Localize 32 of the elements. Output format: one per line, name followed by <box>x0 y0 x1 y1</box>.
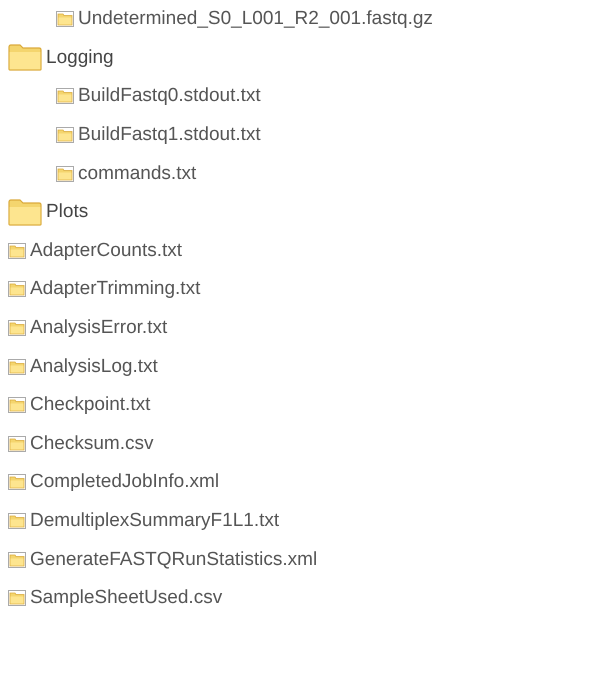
file-name[interactable]: Checkpoint.txt <box>30 394 150 416</box>
file-name[interactable]: DemultiplexSummaryF1L1.txt <box>30 510 280 532</box>
folder-icon <box>8 474 26 490</box>
folder-name[interactable]: Logging <box>46 46 114 69</box>
file-name[interactable]: BuildFastq0.stdout.txt <box>78 85 261 108</box>
file-name[interactable]: AdapterTrimming.txt <box>30 278 200 300</box>
folder-icon <box>8 397 26 414</box>
file-name[interactable]: BuildFastq1.stdout.txt <box>78 124 261 146</box>
file-name[interactable]: AnalysisError.txt <box>30 317 168 340</box>
folder-icon <box>56 11 74 28</box>
file-name[interactable]: AnalysisLog.txt <box>30 356 158 378</box>
folder-icon <box>8 590 26 606</box>
file-name[interactable]: commands.txt <box>78 162 196 185</box>
folder-icon <box>8 552 26 568</box>
folder-icon <box>8 198 42 226</box>
file-name[interactable]: Undetermined_S0_L001_R2_001.fastq.gz <box>78 8 433 30</box>
folder-name[interactable]: Plots <box>46 201 88 224</box>
folder-icon <box>8 242 26 259</box>
folder-icon <box>8 513 26 530</box>
folder-icon <box>8 281 26 298</box>
folder-icon <box>8 436 26 452</box>
folder-icon <box>8 44 42 72</box>
file-name[interactable]: Checksum.csv <box>30 432 154 455</box>
folder-icon <box>56 127 74 144</box>
folder-icon <box>56 166 74 182</box>
file-name[interactable]: SampleSheetUsed.csv <box>30 587 222 610</box>
file-name[interactable]: AdapterCounts.txt <box>30 240 182 262</box>
file-name[interactable]: GenerateFASTQRunStatistics.xml <box>30 548 318 571</box>
file-name[interactable]: CompletedJobInfo.xml <box>30 471 220 494</box>
folder-icon <box>8 358 26 375</box>
folder-icon <box>56 88 74 104</box>
folder-icon <box>8 320 26 336</box>
